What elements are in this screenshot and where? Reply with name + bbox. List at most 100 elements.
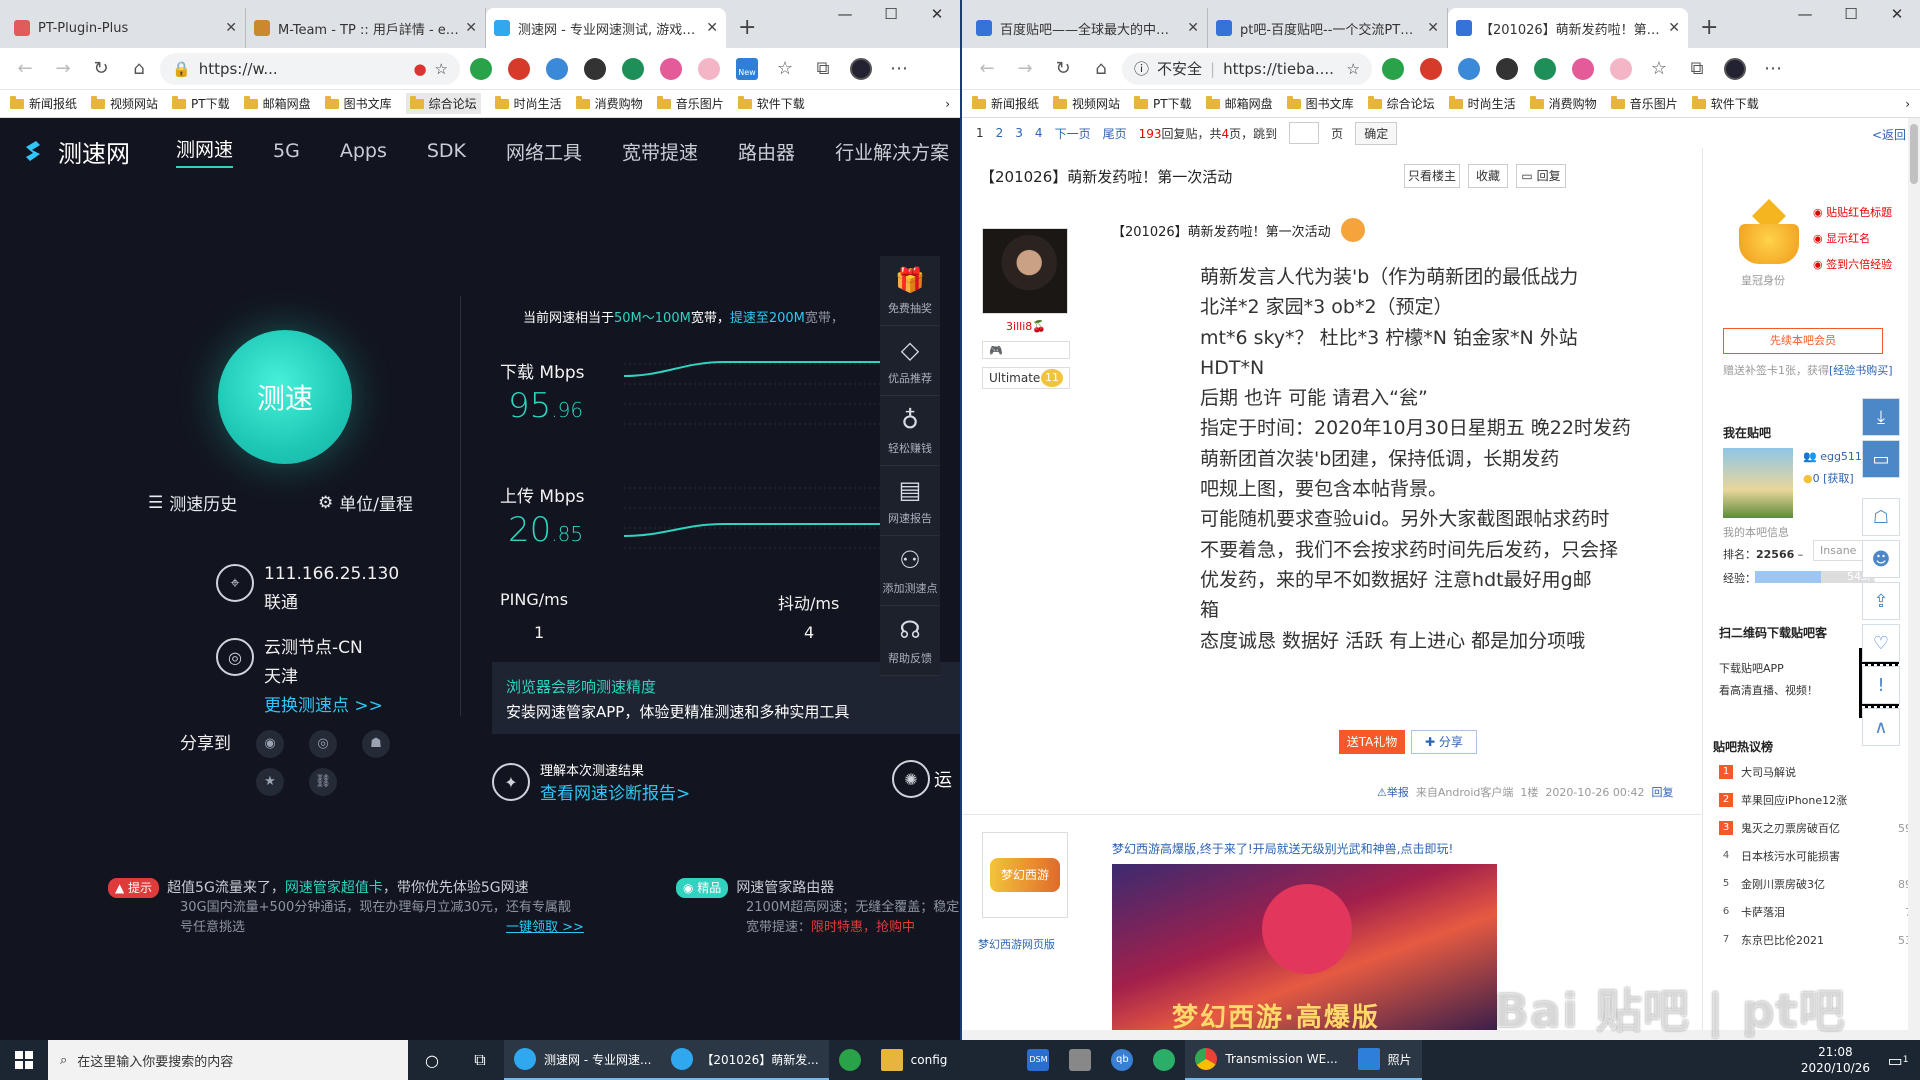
- chevron-right-icon[interactable]: ›: [945, 97, 950, 111]
- bookmark-folder[interactable]: 新闻报纸: [972, 95, 1039, 112]
- taskbar-search[interactable]: ⌕ 在这里输入你要搜索的内容: [48, 1040, 408, 1080]
- cortana-icon[interactable]: ○: [408, 1040, 456, 1080]
- scrollbar-thumb[interactable]: [1910, 124, 1918, 184]
- close-icon[interactable]: ✕: [1668, 20, 1680, 36]
- jump-confirm-button[interactable]: 确定: [1355, 121, 1398, 145]
- bookmark-folder[interactable]: 图书文库: [324, 95, 392, 112]
- close-window-button[interactable]: ✕: [1874, 0, 1920, 30]
- tab-speedtest[interactable]: 测速网 - 专业网速测试, 游戏测速 ✕: [486, 8, 726, 48]
- bookmark-folder[interactable]: PT下载: [1134, 95, 1192, 112]
- ext-icon[interactable]: [622, 57, 644, 80]
- qzone-share-icon[interactable]: ★: [256, 768, 284, 796]
- tab-thread[interactable]: 【201026】萌新发药啦！第一次 ✕: [1448, 8, 1688, 48]
- maximize-button[interactable]: ☐: [868, 0, 914, 30]
- bookmark-folder[interactable]: 软件下载: [737, 95, 805, 112]
- cat-float-icon[interactable]: ☻: [1862, 540, 1900, 578]
- taskbar-app-config[interactable]: config: [871, 1040, 958, 1080]
- tab-pt-plugin[interactable]: PT-Plugin-Plus ✕: [6, 8, 246, 48]
- taskbar-app[interactable]: [1059, 1040, 1101, 1080]
- home-icon[interactable]: ⌂: [1084, 53, 1118, 85]
- back-to-top-icon[interactable]: ∧: [1862, 708, 1900, 746]
- exp-book-link[interactable]: [经验书购买]: [1829, 364, 1893, 377]
- taskbar-app-transmission[interactable]: Transmission WE...: [1185, 1040, 1348, 1080]
- minimize-button[interactable]: —: [1782, 0, 1828, 30]
- nav-5g[interactable]: 5G: [273, 140, 300, 162]
- minimize-button[interactable]: —: [822, 0, 868, 30]
- hot-list-item[interactable]: 6卡萨落泪72: [1719, 898, 1919, 926]
- favorites-icon[interactable]: ☆: [1642, 53, 1676, 85]
- close-icon[interactable]: ✕: [1427, 20, 1439, 36]
- bookmark-folder[interactable]: 音乐图片: [656, 95, 724, 112]
- close-icon[interactable]: ✕: [1187, 20, 1199, 36]
- hot-list-item[interactable]: 2 苹果回应iPhone12涨: [1719, 786, 1919, 814]
- network-icon[interactable]: ✺: [892, 760, 930, 798]
- taskbar-wechat[interactable]: [1143, 1040, 1185, 1080]
- share-float-icon[interactable]: ⇪: [1862, 582, 1900, 620]
- close-icon[interactable]: ✕: [225, 20, 237, 36]
- taskbar-qbittorrent[interactable]: qb: [1101, 1040, 1143, 1080]
- change-node-link[interactable]: 更换测速点 >>: [264, 692, 383, 721]
- taskbar-evernote[interactable]: [829, 1040, 871, 1080]
- more-menu-icon[interactable]: ⋯: [882, 53, 916, 85]
- home-icon[interactable]: ⌂: [122, 53, 156, 85]
- ext-icon[interactable]: [660, 57, 682, 80]
- taskbar-app-speedtest[interactable]: 测速网 - 专业网速...: [504, 1040, 662, 1080]
- refresh-icon[interactable]: ↻: [84, 53, 118, 85]
- new-tab-button[interactable]: +: [1688, 15, 1730, 48]
- bookmark-folder[interactable]: 视频网站: [91, 95, 158, 112]
- units-link[interactable]: ⚙ 单位/量程: [318, 490, 413, 516]
- qq-share-icon[interactable]: ☗: [362, 730, 390, 758]
- new-tab-button[interactable]: +: [726, 15, 768, 48]
- ext-icon[interactable]: [546, 57, 568, 80]
- nav-industry-solutions[interactable]: 行业解决方案: [835, 138, 949, 165]
- ublock-ext-icon[interactable]: [1420, 57, 1442, 80]
- feedback-float-icon[interactable]: !: [1862, 666, 1900, 704]
- maximize-button[interactable]: ☐: [1828, 0, 1874, 30]
- address-bar[interactable]: 🔒 https://w... ● ☆: [160, 52, 460, 85]
- windows-start-button[interactable]: [0, 1040, 48, 1080]
- bookmark-folder[interactable]: 邮箱网盘: [1205, 95, 1273, 112]
- bookmark-folder[interactable]: 邮箱网盘: [243, 95, 311, 112]
- chevron-right-icon[interactable]: ›: [1905, 97, 1910, 111]
- site-logo[interactable]: 测速网: [22, 134, 130, 169]
- taskbar-app-photos[interactable]: 照片: [1347, 1040, 1422, 1080]
- next-page-link[interactable]: 下一页: [1055, 125, 1091, 142]
- my-avatar[interactable]: [1723, 448, 1793, 518]
- hot-list-item[interactable]: 3鬼灭之刃票房破百亿592: [1719, 814, 1919, 842]
- tab-tieba-home[interactable]: 百度贴吧——全球最大的中文社区 ✕: [968, 8, 1208, 48]
- report-link[interactable]: ⚠举报: [1377, 786, 1409, 799]
- ext-icon[interactable]: [698, 57, 720, 80]
- sidebar-report[interactable]: ▤ 网速报告: [880, 466, 940, 536]
- my-username[interactable]: 👥 egg511: [1803, 450, 1862, 463]
- star-icon[interactable]: ☆: [1347, 60, 1360, 78]
- collections-icon[interactable]: ⧉: [806, 53, 840, 85]
- evernote-ext-icon[interactable]: [470, 57, 492, 80]
- share-button[interactable]: ✚ 分享: [1411, 730, 1477, 754]
- star-icon[interactable]: ☆: [435, 60, 448, 78]
- taskbar-clock[interactable]: 21:08 2020/10/26: [1801, 1044, 1870, 1076]
- bookmark-folder[interactable]: PT下载: [172, 95, 230, 112]
- refresh-icon[interactable]: ↻: [1046, 53, 1080, 85]
- task-view-icon[interactable]: ⧉: [456, 1040, 504, 1080]
- only-op-button[interactable]: 只看楼主: [1404, 164, 1460, 188]
- ad-caption[interactable]: 梦幻西游网页版: [978, 936, 1055, 952]
- bookmark-folder[interactable]: 时尚生活: [1448, 95, 1516, 112]
- chat-float-icon[interactable]: ▭: [1862, 440, 1900, 478]
- claim-link[interactable]: 一键领取 >>: [506, 920, 584, 935]
- vertical-scrollbar[interactable]: [1908, 118, 1920, 1040]
- hot-list-item[interactable]: 5金刚川票房破3亿892: [1719, 870, 1919, 898]
- ext-icon[interactable]: [584, 57, 606, 80]
- tab-mteam[interactable]: M-Team - TP :: 用戶詳情 - eggre ✕: [246, 8, 486, 48]
- evernote-ext-icon[interactable]: [1382, 57, 1404, 80]
- bookmark-folder[interactable]: 综合论坛: [405, 93, 481, 114]
- bookmark-folder[interactable]: 软件下载: [1691, 95, 1759, 112]
- send-gift-button[interactable]: 送TA礼物: [1339, 730, 1405, 754]
- sidebar-recommend[interactable]: ◇ 优品推荐: [880, 326, 940, 396]
- ext-icon[interactable]: [1496, 57, 1518, 80]
- profile-avatar[interactable]: [850, 57, 872, 80]
- nav-sdk[interactable]: SDK: [427, 140, 466, 162]
- bookmark-folder[interactable]: 消费购物: [575, 95, 643, 112]
- new-ext-icon[interactable]: New: [736, 57, 758, 80]
- back-icon[interactable]: ←: [970, 53, 1004, 85]
- last-page-link[interactable]: 尾页: [1103, 125, 1127, 142]
